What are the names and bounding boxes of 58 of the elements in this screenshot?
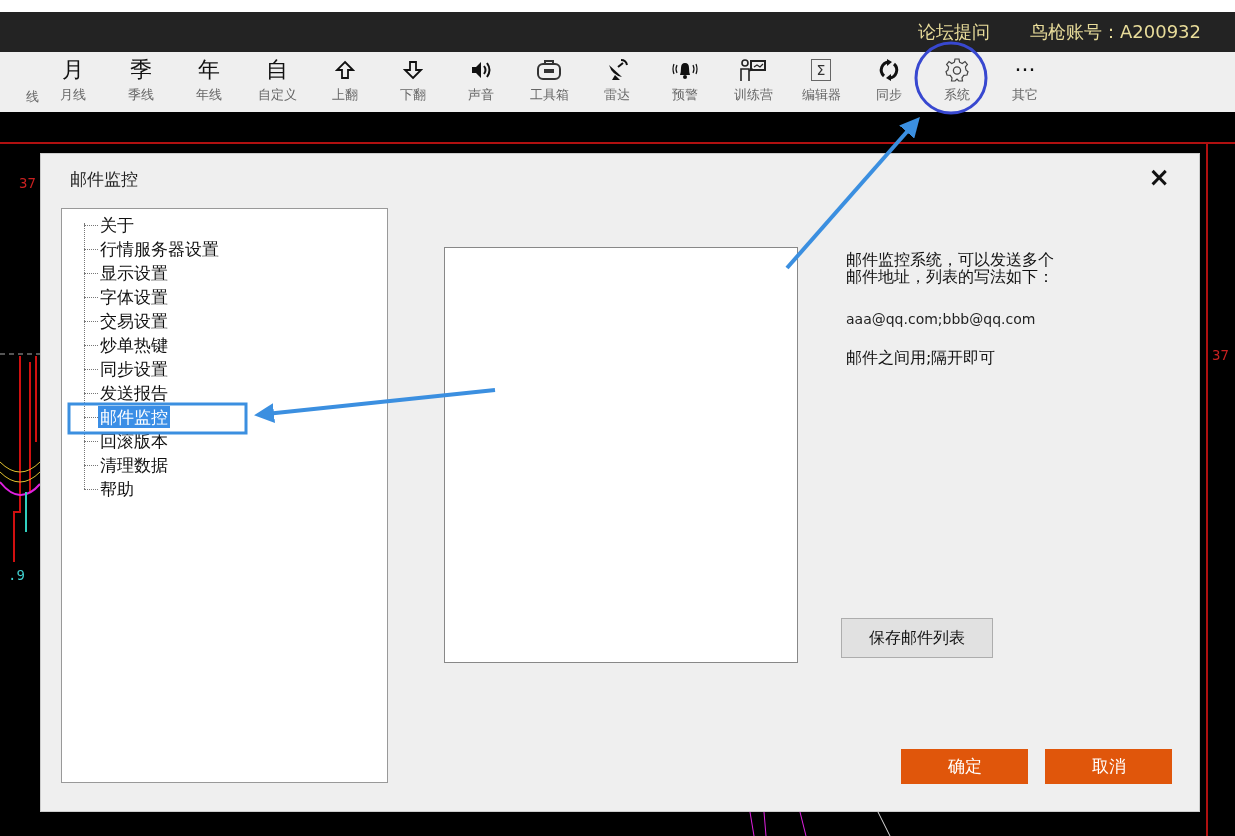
price-label: 37 <box>19 175 36 191</box>
tree-item[interactable]: 关于 <box>98 214 136 236</box>
sigma-icon: Σ <box>810 59 832 81</box>
toolbar-glyph: 自 <box>266 56 288 84</box>
gear-icon <box>945 58 969 82</box>
up-arrow-icon <box>335 60 355 80</box>
note-text: 邮件之间用;隔开即可 <box>846 348 996 369</box>
dialog-title: 邮件监控 <box>70 168 138 191</box>
tree-item[interactable]: 交易设置 <box>98 310 170 332</box>
down-arrow-icon <box>403 60 423 80</box>
tree-item[interactable]: 邮件监控 <box>98 406 170 428</box>
tree-item[interactable]: 同步设置 <box>98 358 170 380</box>
toolbar-button[interactable]: 月线 <box>60 86 86 104</box>
toolbar-glyph: ··· <box>1014 56 1036 84</box>
tree-item[interactable]: 行情服务器设置 <box>98 238 221 260</box>
toolbar-button[interactable]: 其它 <box>1012 86 1038 104</box>
cancel-button[interactable]: 取消 <box>1045 749 1172 784</box>
toolbar-glyph: 年 <box>198 56 220 84</box>
info-text: 邮件地址，列表的写法如下： <box>846 268 1054 285</box>
sync-icon <box>878 59 900 81</box>
toolbar-button[interactable]: 季线 <box>128 86 154 104</box>
price-label: 37 <box>1212 347 1229 363</box>
tree-item[interactable]: 显示设置 <box>98 262 170 284</box>
satellite-dish-icon <box>606 59 628 81</box>
tree-item[interactable]: 炒单热键 <box>98 334 170 356</box>
tree-item[interactable]: 清理数据 <box>98 454 170 476</box>
speaker-icon <box>470 60 492 80</box>
toolbar-button[interactable]: 声音 <box>468 86 494 104</box>
top-link[interactable]: 论坛提问 <box>917 20 990 44</box>
ok-button[interactable]: 确定 <box>901 749 1028 784</box>
toolbar-button[interactable]: 自定义 <box>257 86 297 104</box>
price-label: .9 <box>8 567 25 583</box>
info-text: 邮件监控系统，可以发送多个 <box>846 251 1054 268</box>
bell-icon <box>671 60 699 80</box>
save-list-button[interactable]: 保存邮件列表 <box>841 618 993 658</box>
toolbar-button[interactable]: 同步 <box>876 86 902 104</box>
toolbar-button[interactable]: 训练营 <box>733 86 773 104</box>
toolbar-button[interactable]: 雷达 <box>604 86 630 104</box>
tree-item[interactable]: 发送报告 <box>98 382 170 404</box>
top-link[interactable]: 鸟枪账号：A200932 <box>1029 20 1201 44</box>
toolbar-button[interactable]: 预警 <box>672 86 698 104</box>
tree-item[interactable]: 字体设置 <box>98 286 170 308</box>
tree-item[interactable]: 回滚版本 <box>98 430 170 452</box>
close-button[interactable]: × <box>1144 162 1174 192</box>
toolbar-button[interactable]: 下翻 <box>400 86 426 104</box>
toolbar-button[interactable]: 线 <box>26 88 39 106</box>
toolbox-icon <box>536 59 562 81</box>
toolbar-button[interactable]: 年线 <box>196 86 222 104</box>
email-list-field[interactable] <box>444 247 798 663</box>
toolbar-glyph: 月 <box>62 56 84 84</box>
presenter-icon <box>739 58 767 82</box>
toolbar-button[interactable]: 上翻 <box>332 86 358 104</box>
toolbar-button[interactable]: 编辑器 <box>801 86 841 104</box>
toolbar-button[interactable]: 工具箱 <box>529 86 569 104</box>
toolbar-button[interactable]: 系统 <box>944 86 970 104</box>
example-text: aaa@qq.com;bbb@qq.com <box>846 311 1036 327</box>
tree-item[interactable]: 帮助 <box>98 478 136 500</box>
toolbar-glyph: 季 <box>130 56 152 84</box>
